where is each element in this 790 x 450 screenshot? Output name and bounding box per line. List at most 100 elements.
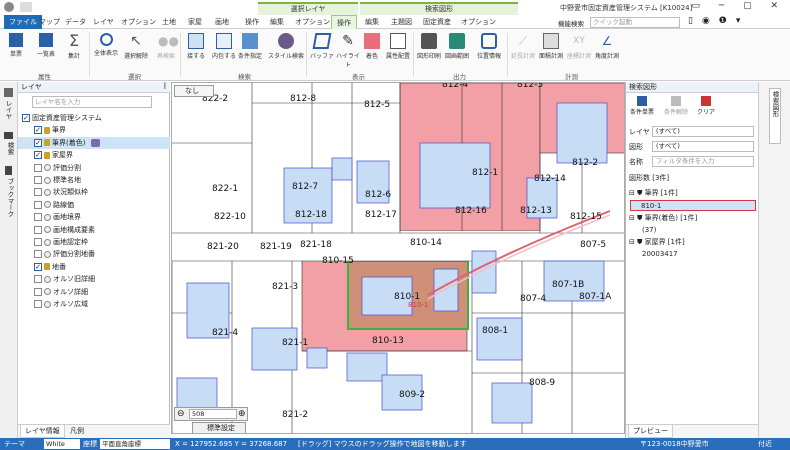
layer-checkbox[interactable]: ✓ xyxy=(34,138,42,147)
layer-checkbox[interactable] xyxy=(34,238,42,246)
tab-edit-2[interactable]: 編集 xyxy=(360,15,384,29)
layer-checkbox[interactable] xyxy=(34,287,42,296)
buffer-button[interactable]: バッファ xyxy=(308,33,336,60)
map-view[interactable]: 822-2 812-8 812-5 812-4 812-3 812-1 812-14 812-… xyxy=(171,82,625,434)
layer-checkbox[interactable] xyxy=(34,213,42,222)
attribute-place-button[interactable]: 属性配置 xyxy=(384,33,412,60)
coord-system-select[interactable]: 平面直角座標 xyxy=(100,439,170,449)
layer-tree-item[interactable]: 画地境界 xyxy=(18,211,170,223)
style-search-button[interactable]: スタイル検索 xyxy=(268,33,304,60)
layer-tree-item[interactable]: 標準名地 xyxy=(18,174,170,186)
pin-icon[interactable]: ꟾ xyxy=(164,83,166,91)
tab-legend[interactable]: 凡例 xyxy=(66,425,88,438)
layer-tree-item[interactable]: ✓ 家屋界 xyxy=(18,149,170,161)
zoom-out-icon[interactable]: ⊖ xyxy=(177,409,185,419)
layer-checkbox[interactable]: ✓ xyxy=(34,262,42,271)
tab-edit[interactable]: 編集 xyxy=(265,15,289,29)
layer-checkbox[interactable] xyxy=(34,300,42,308)
quick-access-icon[interactable] xyxy=(20,2,32,12)
layer-checkbox[interactable] xyxy=(34,176,42,184)
result-item-colored[interactable]: (37) xyxy=(642,225,656,236)
tab-options-3[interactable]: オプション xyxy=(456,15,501,29)
tab-operation-active[interactable]: 操作 xyxy=(331,15,357,29)
window-controls[interactable]: ▭ ─ ▢ ✕ xyxy=(691,1,786,11)
strip-search-shapes[interactable]: 検索図形 xyxy=(769,88,781,144)
overlay-selector[interactable]: なし xyxy=(174,85,214,97)
length-measure-button[interactable]: ⟋ 延長計測 xyxy=(509,33,537,60)
angle-measure-button[interactable]: ∠ 角度計測 xyxy=(593,33,621,60)
layer-tree-item[interactable]: ✓ 筆界(着色) xyxy=(18,136,170,149)
tab-layer-info[interactable]: レイヤ情報 xyxy=(20,425,65,438)
help-icons[interactable]: ▯◉❶▾ xyxy=(688,16,749,26)
layer-checkbox[interactable] xyxy=(34,225,42,234)
layer-tree-item[interactable]: オルソ旧詳細 xyxy=(18,273,170,285)
clear-selection-button[interactable]: ↖ 選択解除 xyxy=(122,33,150,60)
zoom-all-button[interactable]: 全体表示 xyxy=(92,33,120,57)
research-button[interactable]: ●● 再検索 xyxy=(152,33,180,60)
touch-button[interactable]: 接する xyxy=(182,33,210,60)
coordinate-measure-button[interactable]: XY 座標計測 xyxy=(565,33,593,60)
tab-data[interactable]: データ xyxy=(60,15,91,29)
tab-house[interactable]: 家屋 xyxy=(183,15,207,29)
condition-clear-button[interactable]: 条件解除 xyxy=(662,96,690,116)
strip-bookmark[interactable]: ブックマーク xyxy=(5,178,15,217)
tab-preview[interactable]: プレビュー xyxy=(628,425,673,438)
zoom-in-icon[interactable]: ⊕ xyxy=(238,409,246,419)
group-parcel[interactable]: ⊟ ⛊ 筆界 [1件] xyxy=(629,188,678,199)
standard-settings-button[interactable]: 標準設定 xyxy=(192,422,246,433)
layer-tree-item[interactable]: オルソ詳細 xyxy=(18,286,170,298)
layer-checkbox[interactable] xyxy=(34,200,42,209)
strip-search[interactable]: 検索 xyxy=(5,142,15,155)
layer-tree-item[interactable]: オルソ広域 xyxy=(18,298,170,310)
drawing-range-button[interactable]: 図画範囲 xyxy=(443,33,471,60)
layer-filter-select[interactable]: (すべて) xyxy=(652,126,754,137)
result-item-house[interactable]: 20003417 xyxy=(642,249,678,260)
layer-tree-item[interactable]: ✓ 筆界 xyxy=(18,124,170,136)
layer-checkbox[interactable]: ✓ xyxy=(22,114,30,122)
coloring-button[interactable]: 着色 xyxy=(358,33,386,60)
contain-button[interactable]: 内包する xyxy=(210,33,238,60)
layer-checkbox[interactable] xyxy=(34,188,42,197)
layer-tree-item[interactable]: 評価分割地番 xyxy=(18,248,170,260)
sum-button[interactable]: Σ 集計 xyxy=(60,33,88,61)
layer-tree-item[interactable]: 状況類似枠 xyxy=(18,186,170,198)
location-button[interactable]: 位置情報 xyxy=(475,33,503,60)
shape-filter-select[interactable]: (すべて) xyxy=(652,141,754,152)
group-house[interactable]: ⊟ ⛊ 家屋界 [1件] xyxy=(629,237,685,248)
list-button[interactable]: 一覧表 xyxy=(32,33,60,58)
tools-icon[interactable] xyxy=(91,138,101,147)
tab-land[interactable]: 土地 xyxy=(157,15,181,29)
tab-options-2[interactable]: オプション xyxy=(290,15,335,29)
strip-layer[interactable]: レイヤ xyxy=(4,100,13,120)
layer-tree-item[interactable]: 評価分割 xyxy=(18,162,170,174)
layer-tree-item[interactable]: 画地構成要素 xyxy=(18,224,170,236)
clear-button[interactable]: クリア xyxy=(692,96,720,116)
search-strip-icon[interactable] xyxy=(4,132,13,139)
layer-checkbox[interactable]: ✓ xyxy=(34,126,42,135)
layer-tree-item[interactable]: ✓ 固定資産管理システム xyxy=(18,112,170,124)
area-measure-button[interactable]: 面積計測 xyxy=(537,33,565,60)
map-canvas[interactable]: 822-2 812-8812-5812-4 812-3812-1812-14812-… xyxy=(172,83,625,434)
layer-tree-item[interactable]: 画地認定枠 xyxy=(18,236,170,248)
group-parcel-colored[interactable]: ⊟ ⛊ 筆界(着色) [1件] xyxy=(629,213,697,224)
layer-checkbox[interactable]: ✓ xyxy=(34,151,42,160)
condition-record-button[interactable]: 条件単票 xyxy=(628,96,656,116)
layer-checkbox[interactable] xyxy=(34,250,42,259)
function-search-input[interactable]: クイック起動 xyxy=(590,17,680,28)
layer-tree-item[interactable]: ✓ 地番 xyxy=(18,261,170,273)
layer-filter-input[interactable]: レイヤ名を入力 xyxy=(32,96,152,108)
condition-button[interactable]: 条件指定 xyxy=(236,33,264,60)
tab-layer[interactable]: レイヤ xyxy=(88,15,119,29)
layer-strip-icon[interactable] xyxy=(4,88,13,97)
layer-checkbox[interactable] xyxy=(34,275,42,284)
bookmark-strip-icon[interactable] xyxy=(5,166,12,175)
theme-select[interactable]: White xyxy=(44,439,80,449)
scale-input[interactable]: 508 xyxy=(189,409,237,419)
tab-operation[interactable]: 操作 xyxy=(240,15,264,29)
tab-options[interactable]: オプション xyxy=(116,15,161,29)
single-record-button[interactable]: 単票 xyxy=(2,33,30,58)
result-item-parcel[interactable]: 810-1 xyxy=(630,200,756,211)
name-filter-input[interactable]: フィルタ条件を入力 xyxy=(652,156,754,167)
layer-tree-item[interactable]: 路線価 xyxy=(18,199,170,211)
layer-checkbox[interactable] xyxy=(34,163,42,172)
